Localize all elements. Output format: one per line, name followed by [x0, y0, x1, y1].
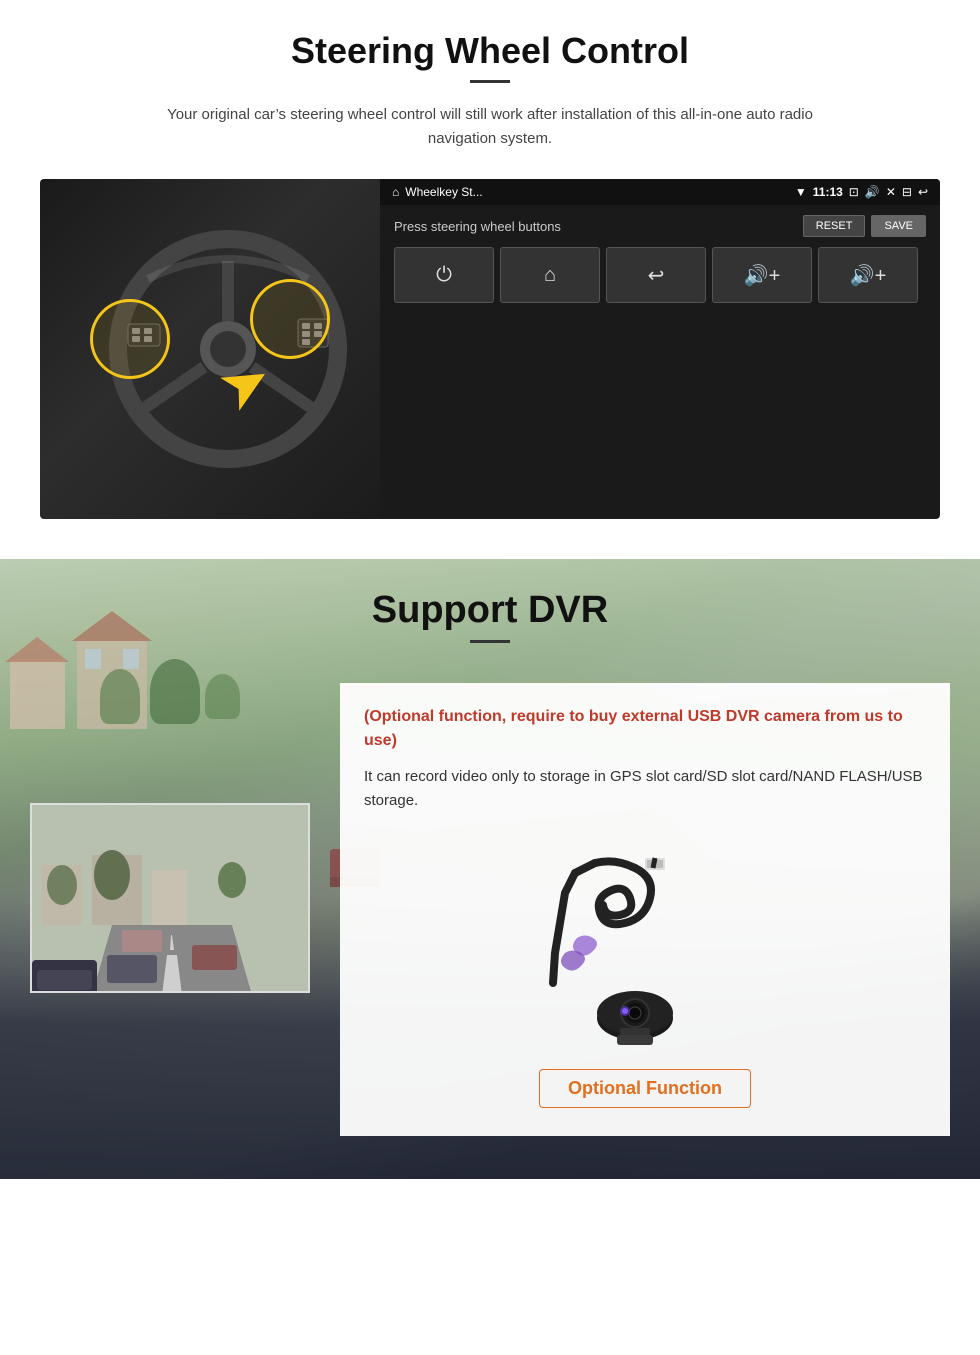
app-name-label: Wheelkey St...	[405, 185, 789, 199]
dvr-thumbnail	[30, 803, 310, 993]
steering-title: Steering Wheel Control	[40, 30, 940, 72]
wifi-icon: ▼	[795, 185, 807, 199]
optional-function-badge: Optional Function	[539, 1069, 751, 1108]
fullscreen-icon: ⊟	[902, 185, 912, 199]
back-icon: ↩	[918, 185, 928, 199]
dvr-description: It can record video only to storage in G…	[364, 765, 926, 813]
dvr-thumbnail-scene	[32, 805, 310, 993]
dvr-title-divider	[470, 640, 510, 643]
dvr-camera-svg	[505, 843, 785, 1053]
wheelkey-header: Press steering wheel buttons RESET SAVE	[394, 215, 926, 237]
steering-image-container: ➤ ⌂ Wheelkey St... ▼ 11:13 ⊡ 🔊 ✕ ⊟ ↩ Pre…	[40, 179, 940, 519]
wk-cell-vol-up[interactable]: 🔊+	[712, 247, 812, 303]
wk-cell-vol-down[interactable]: 🔊+	[818, 247, 918, 303]
dvr-section: Support DVR	[0, 559, 980, 1179]
highlight-circle-right	[250, 279, 330, 359]
dvr-camera-image	[364, 833, 926, 1053]
wheelkey-action-buttons[interactable]: RESET SAVE	[803, 215, 926, 237]
dvr-info-card: (Optional function, require to buy exter…	[340, 683, 950, 1136]
steering-photo: ➤	[40, 179, 415, 519]
highlight-circle-left	[90, 299, 170, 379]
title-divider-1	[470, 80, 510, 83]
home-icon: ⌂	[392, 185, 399, 199]
dvr-thumbnail-inner	[32, 805, 308, 991]
volume-icon: 🔊	[865, 185, 880, 199]
wk-cell-home[interactable]: ⌂	[500, 247, 600, 303]
android-statusbar: ⌂ Wheelkey St... ▼ 11:13 ⊡ 🔊 ✕ ⊟ ↩	[380, 179, 940, 205]
steering-subtitle: Your original car’s steering wheel contr…	[140, 103, 840, 151]
optional-function-wrap: Optional Function	[364, 1069, 926, 1108]
camera-icon: ⊡	[849, 185, 859, 199]
wheelkey-grid: ⏻ ⌂ ↩ 🔊+ 🔊+	[394, 247, 926, 303]
wheelkey-instruction: Press steering wheel buttons	[394, 219, 561, 234]
dvr-optional-note: (Optional function, require to buy exter…	[364, 705, 926, 753]
save-button[interactable]: SAVE	[871, 215, 926, 237]
wheelkey-content: Press steering wheel buttons RESET SAVE …	[380, 205, 940, 313]
dvr-title: Support DVR	[0, 559, 980, 632]
reset-button[interactable]: RESET	[803, 215, 866, 237]
android-screen: ⌂ Wheelkey St... ▼ 11:13 ⊡ 🔊 ✕ ⊟ ↩ Press…	[380, 179, 940, 519]
dvr-content-row: (Optional function, require to buy exter…	[0, 663, 980, 1156]
status-time: 11:13	[813, 185, 843, 199]
wk-cell-power[interactable]: ⏻	[394, 247, 494, 303]
wk-cell-back[interactable]: ↩	[606, 247, 706, 303]
close-icon: ✕	[886, 185, 896, 199]
steering-wheel-section: Steering Wheel Control Your original car…	[0, 0, 980, 559]
